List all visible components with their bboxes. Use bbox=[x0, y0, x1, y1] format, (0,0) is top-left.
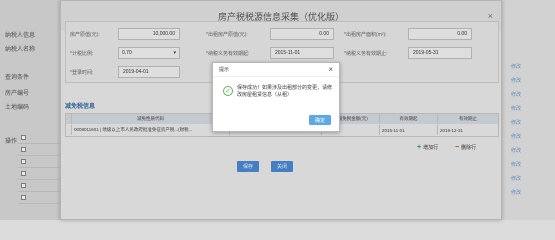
alert-title: 提示 bbox=[219, 67, 230, 73]
close-icon[interactable]: × bbox=[328, 65, 333, 74]
alert-header: 提示 × bbox=[213, 63, 339, 77]
check-circle-icon: ✓ bbox=[223, 86, 233, 96]
alert-message: 保存成功！如果涉及出租部分的变更，请修改房屋租赁信息（从租） bbox=[237, 85, 333, 98]
ok-button[interactable]: 确定 bbox=[309, 115, 331, 125]
alert-body: ✓ 保存成功！如果涉及出租部分的变更，请修改房屋租赁信息（从租） bbox=[223, 85, 335, 99]
success-alert: 提示 × ✓ 保存成功！如果涉及出租部分的变更，请修改房屋租赁信息（从租） 确定 bbox=[212, 62, 340, 132]
